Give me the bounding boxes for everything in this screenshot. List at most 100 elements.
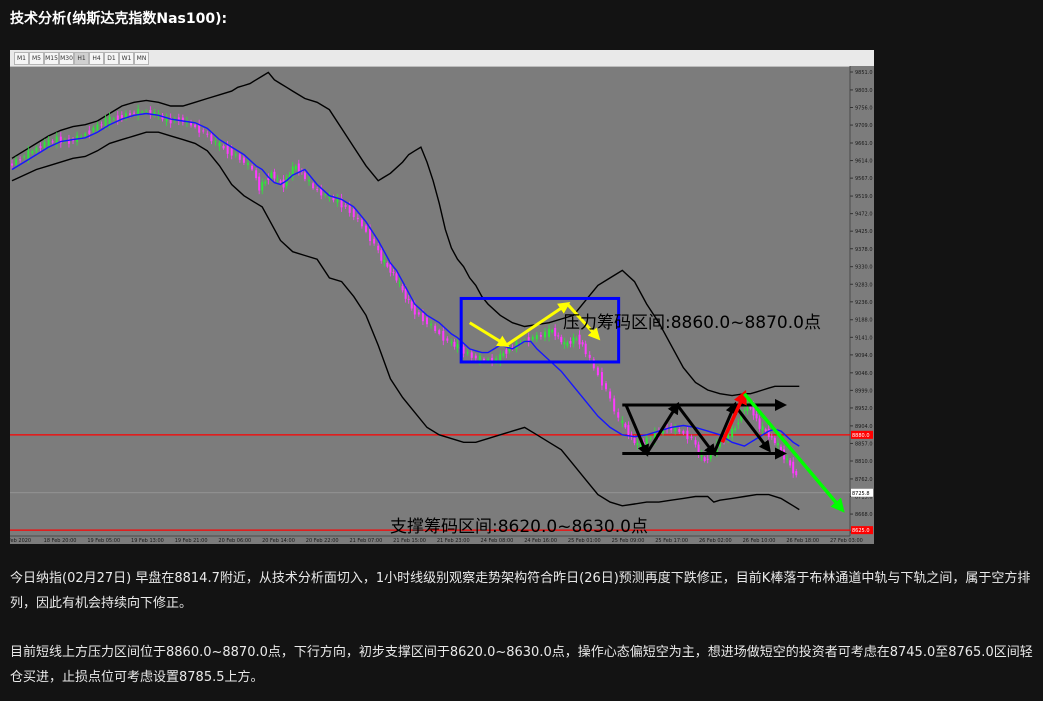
candle-body bbox=[116, 115, 119, 121]
x-tick-label: 27 Feb 03:00 bbox=[830, 538, 863, 544]
candle-body bbox=[566, 342, 569, 346]
support-annotation: 支撑筹码区间:8620.0~8630.0点 bbox=[390, 517, 648, 537]
y-tick-label: 9188.0 bbox=[855, 318, 873, 324]
resistance-annotation: 压力筹码区间:8860.0~8870.0点 bbox=[563, 313, 821, 333]
timeframe-button-h1[interactable]: H1 bbox=[74, 52, 89, 65]
candle-body bbox=[690, 436, 693, 438]
timeframe-button-h4[interactable]: H4 bbox=[89, 52, 104, 65]
candle-body bbox=[636, 443, 639, 446]
candle-body bbox=[297, 163, 300, 172]
candle-body bbox=[609, 391, 612, 399]
yellow-arrow-1 bbox=[468, 321, 510, 348]
candle-body bbox=[270, 172, 273, 178]
candle-body bbox=[563, 342, 566, 345]
y-tick-label: 9519.0 bbox=[855, 194, 873, 200]
timeframe-button-m30[interactable]: M30 bbox=[59, 52, 74, 65]
candle-body bbox=[764, 429, 767, 432]
y-tick-label: 9567.0 bbox=[855, 176, 873, 182]
candle-body bbox=[258, 176, 261, 191]
candle-body bbox=[11, 163, 13, 166]
timeframe-button-m15[interactable]: M15 bbox=[44, 52, 59, 65]
y-tick-label: 9851.0 bbox=[855, 70, 873, 76]
timeframe-button-m5[interactable]: M5 bbox=[29, 52, 44, 65]
y-tick-label: 9661.0 bbox=[855, 141, 873, 147]
candle-body bbox=[92, 127, 95, 132]
candle-body bbox=[581, 342, 584, 345]
candle-body bbox=[682, 431, 685, 434]
candle-body bbox=[264, 181, 267, 184]
page-heading: 技术分析(纳斯达克指数Nas100): bbox=[10, 11, 228, 27]
candle-body bbox=[242, 157, 245, 163]
current-price-badge: 8880.0 bbox=[852, 433, 870, 439]
candle-body bbox=[112, 118, 115, 120]
candle-body bbox=[613, 398, 616, 412]
candle-body bbox=[539, 334, 542, 337]
candle-body bbox=[404, 288, 407, 299]
y-tick-label: 9378.0 bbox=[855, 247, 873, 253]
candle-body bbox=[303, 172, 306, 179]
candle-body bbox=[674, 427, 677, 431]
candle-body bbox=[535, 334, 538, 340]
candle-body bbox=[392, 271, 395, 273]
timeframe-button-m1[interactable]: M1 bbox=[14, 52, 29, 65]
candle-body bbox=[554, 327, 557, 337]
candle-body bbox=[380, 250, 383, 261]
candle-body bbox=[43, 141, 46, 148]
candle-body bbox=[51, 141, 54, 143]
y-tick-label: 9709.0 bbox=[855, 123, 873, 129]
candle-body bbox=[214, 141, 217, 143]
x-tick-label: 18 Feb 2020 bbox=[10, 538, 31, 544]
x-tick-label: 19 Feb 21:00 bbox=[175, 538, 208, 544]
candle-body bbox=[308, 180, 311, 182]
candle-body bbox=[795, 471, 798, 476]
candle-body bbox=[731, 428, 734, 438]
green-down-arrow bbox=[743, 392, 845, 513]
candle-body bbox=[395, 273, 398, 281]
candle-body bbox=[35, 147, 38, 152]
candle-body bbox=[649, 438, 652, 440]
x-tick-label: 24 Feb 08:00 bbox=[481, 538, 514, 544]
x-tick-label: 26 Feb 02:00 bbox=[699, 538, 732, 544]
candle-body bbox=[560, 336, 563, 343]
candle-body bbox=[389, 264, 392, 273]
y-tick-label: 9141.0 bbox=[855, 335, 873, 341]
timeframe-button-mn[interactable]: MN bbox=[134, 52, 149, 65]
candle-body bbox=[474, 355, 477, 359]
candle-body bbox=[776, 443, 779, 446]
candle-body bbox=[15, 159, 18, 165]
y-tick-label: 9803.0 bbox=[855, 88, 873, 94]
candle-body bbox=[426, 317, 428, 325]
candle-body bbox=[706, 458, 709, 460]
bollinger-middle-band bbox=[11, 112, 800, 447]
candle-body bbox=[407, 298, 410, 300]
candle-body bbox=[617, 412, 620, 418]
candle-body bbox=[551, 330, 554, 333]
candle-body bbox=[133, 112, 136, 114]
candle-body bbox=[596, 367, 599, 376]
timeframe-button-w1[interactable]: W1 bbox=[119, 52, 134, 65]
candle-body bbox=[645, 437, 648, 445]
candle-body bbox=[80, 136, 83, 138]
candle-body bbox=[470, 352, 473, 358]
candle-body bbox=[478, 355, 481, 361]
timeframe-button-d1[interactable]: D1 bbox=[104, 52, 119, 65]
candle-body bbox=[279, 180, 282, 183]
price-chart[interactable]: 9851.0 9803.0 9756.0 9709.0 9661.0 9614.0 9567… bbox=[10, 66, 874, 544]
x-tick-label: 20 Feb 14:00 bbox=[262, 538, 295, 544]
chart-frame: M1 M5 M15 M30 H1 H4 D1 W1 MN 9851.0 9803.0 9756.0 9… bbox=[10, 50, 874, 544]
x-tick-label: 21 Feb 07:00 bbox=[349, 538, 382, 544]
candle-body bbox=[410, 301, 413, 309]
candle-body bbox=[548, 329, 551, 337]
candle-body bbox=[364, 225, 367, 232]
candle-body bbox=[251, 165, 254, 170]
y-tick-label: 9046.0 bbox=[855, 371, 873, 377]
candle-body bbox=[737, 422, 740, 425]
candle-body bbox=[202, 130, 205, 132]
candle-body bbox=[316, 188, 319, 190]
x-tick-label: 21 Feb 15:00 bbox=[393, 538, 426, 544]
candle-body bbox=[401, 286, 404, 291]
candle-body bbox=[23, 156, 26, 158]
candle-body bbox=[758, 418, 761, 429]
candle-body bbox=[694, 440, 697, 445]
candle-body bbox=[572, 337, 575, 344]
